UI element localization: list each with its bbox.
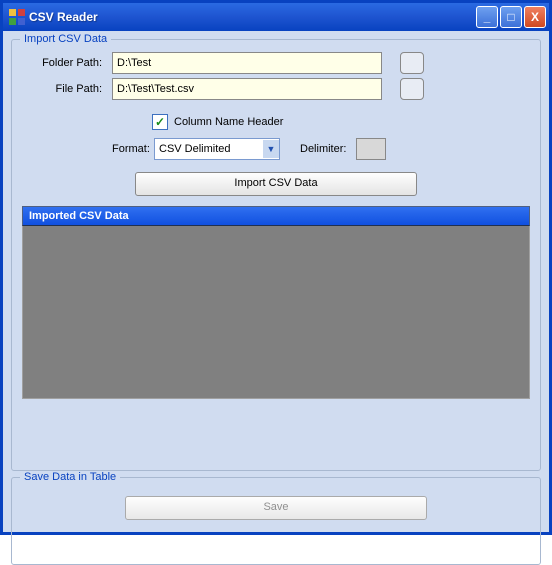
import-button-label: Import CSV Data xyxy=(234,177,317,189)
client-area: Import CSV Data Folder Path: File Path: … xyxy=(3,31,549,532)
column-header-checkbox[interactable]: ✓ xyxy=(152,114,168,130)
folder-path-label: Folder Path: xyxy=(22,57,102,69)
window-title: CSV Reader xyxy=(29,10,476,24)
format-value: CSV Delimited xyxy=(159,143,231,155)
data-grid[interactable] xyxy=(22,226,530,399)
format-label: Format: xyxy=(112,143,154,155)
grid-caption: Imported CSV Data xyxy=(22,206,530,226)
format-row: Format: CSV Delimited ▼ Delimiter: xyxy=(112,138,530,160)
import-legend: Import CSV Data xyxy=(20,33,111,45)
minimize-button[interactable]: _ xyxy=(476,6,498,28)
save-button[interactable]: Save xyxy=(125,496,427,520)
close-button[interactable]: X xyxy=(524,6,546,28)
file-path-label: File Path: xyxy=(22,83,102,95)
app-icon xyxy=(9,9,25,25)
delimiter-input[interactable] xyxy=(356,138,386,160)
browse-file-button[interactable] xyxy=(400,78,424,100)
header-checkbox-row: ✓ Column Name Header xyxy=(152,114,530,130)
save-button-label: Save xyxy=(263,501,288,513)
maximize-button[interactable]: □ xyxy=(500,6,522,28)
import-groupbox: Import CSV Data Folder Path: File Path: … xyxy=(11,39,541,471)
app-window: CSV Reader _ □ X Import CSV Data Folder … xyxy=(0,0,552,535)
folder-path-input[interactable] xyxy=(112,52,382,74)
window-controls: _ □ X xyxy=(476,6,546,28)
chevron-down-icon: ▼ xyxy=(263,140,279,158)
minimize-icon: _ xyxy=(484,10,491,24)
save-groupbox: Save Data in Table Save xyxy=(11,477,541,565)
save-legend: Save Data in Table xyxy=(20,471,120,483)
check-icon: ✓ xyxy=(155,116,165,128)
format-combobox[interactable]: CSV Delimited ▼ xyxy=(154,138,280,160)
column-header-label: Column Name Header xyxy=(174,116,283,128)
import-csv-button[interactable]: Import CSV Data xyxy=(135,172,417,196)
delimiter-label: Delimiter: xyxy=(300,143,346,155)
file-row: File Path: xyxy=(22,78,530,100)
titlebar: CSV Reader _ □ X xyxy=(3,3,549,31)
maximize-icon: □ xyxy=(507,10,514,24)
browse-folder-button[interactable] xyxy=(400,52,424,74)
close-icon: X xyxy=(531,10,539,24)
file-path-input[interactable] xyxy=(112,78,382,100)
folder-row: Folder Path: xyxy=(22,52,530,74)
